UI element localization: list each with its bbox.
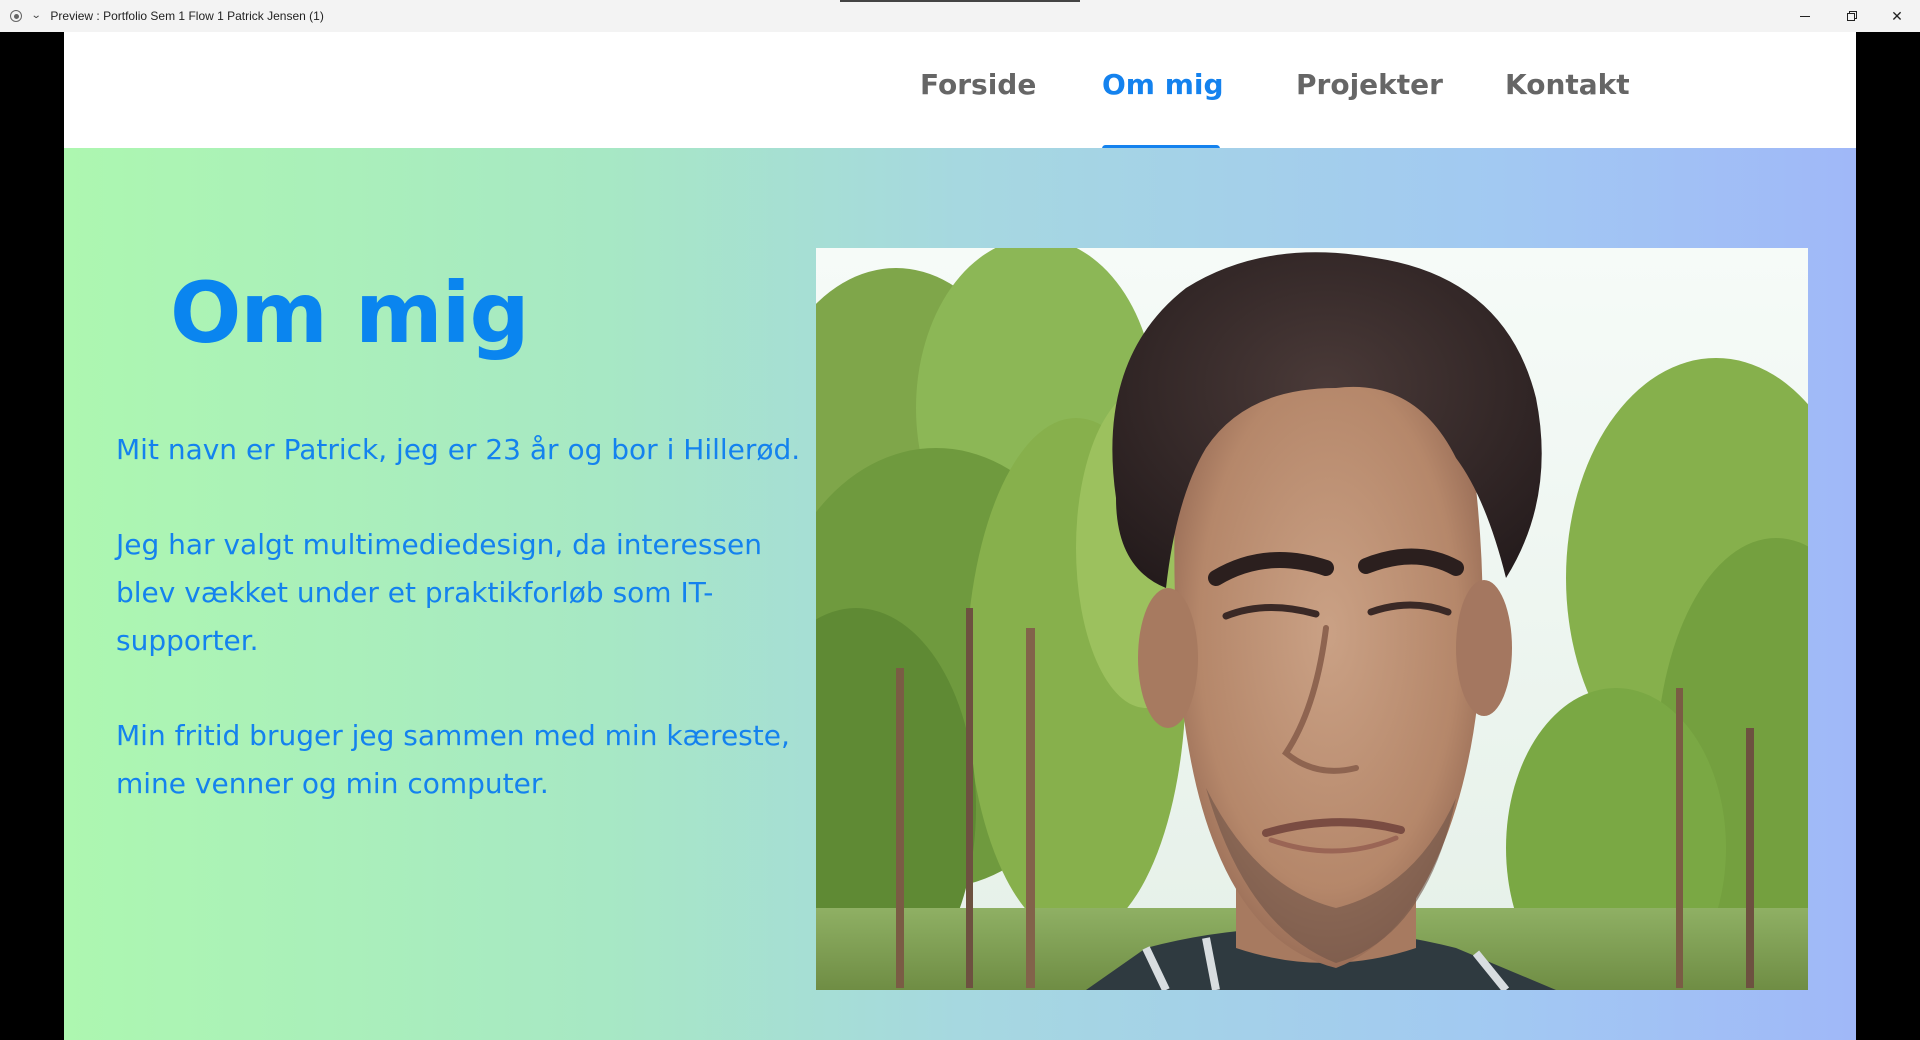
record-icon[interactable]: [10, 10, 22, 22]
nav-link-kontakt[interactable]: Kontakt: [1505, 68, 1630, 101]
close-button[interactable]: ✕: [1874, 0, 1920, 32]
close-icon: ✕: [1891, 7, 1903, 24]
page-title: Om mig: [170, 264, 530, 362]
window-controls: ✕: [1782, 0, 1920, 32]
window-title: Preview : Portfolio Sem 1 Flow 1 Patrick…: [50, 9, 324, 23]
about-paragraph-3: Min fritid bruger jeg sammen med min kær…: [116, 719, 790, 800]
about-section: Om mig Mit navn er Patrick, jeg er 23 år…: [64, 148, 1856, 1040]
top-navbar: Forside Om mig Projekter Kontakt: [64, 32, 1856, 152]
about-paragraph-2: Jeg har valgt multimediedesign, da inter…: [116, 528, 762, 657]
tab-indicator: [840, 0, 1080, 2]
restore-icon-front: [1847, 13, 1855, 21]
portrait-photo-illustration: [816, 248, 1808, 990]
nav-link-om-mig[interactable]: Om mig: [1102, 68, 1224, 101]
about-paragraph-1: Mit navn er Patrick, jeg er 23 år og bor…: [116, 433, 801, 466]
nav-link-forside[interactable]: Forside: [920, 68, 1036, 101]
nav-link-projekter[interactable]: Projekter: [1296, 68, 1443, 101]
window-titlebar: ⌄ Preview : Portfolio Sem 1 Flow 1 Patri…: [0, 0, 1920, 32]
chevron-down-icon[interactable]: ⌄: [31, 11, 42, 21]
restore-button[interactable]: [1828, 0, 1874, 32]
titlebar-left: ⌄ Preview : Portfolio Sem 1 Flow 1 Patri…: [0, 9, 324, 23]
portrait-photo: [816, 248, 1808, 990]
page-viewport: Forside Om mig Projekter Kontakt Om mig …: [64, 32, 1856, 1040]
minimize-button[interactable]: [1782, 0, 1828, 32]
